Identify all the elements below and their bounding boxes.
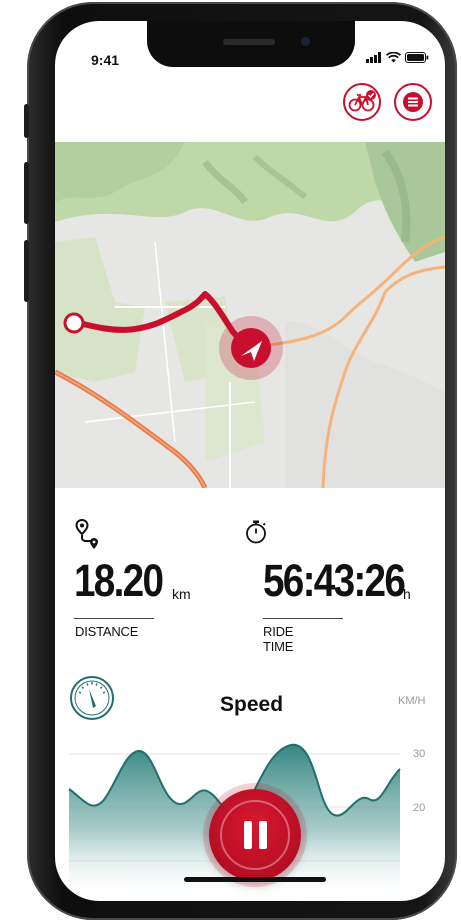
signal-icon bbox=[366, 52, 381, 63]
stopwatch-icon bbox=[246, 520, 266, 544]
hamburger-menu-icon bbox=[403, 92, 423, 112]
app-screen: 9:41 18.20 km DISTANCE 56:43:26 h RIDE T… bbox=[55, 21, 445, 901]
current-location-marker bbox=[231, 328, 271, 368]
ride-time-value: 56:43:26 bbox=[263, 555, 406, 606]
pause-bar-right bbox=[258, 821, 267, 849]
front-camera bbox=[301, 37, 310, 46]
wifi-icon bbox=[386, 52, 401, 63]
mute-switch bbox=[24, 104, 29, 138]
ride-time-divider bbox=[263, 618, 343, 619]
bike-status-button[interactable] bbox=[343, 83, 381, 121]
status-icons bbox=[366, 52, 429, 63]
battery-icon bbox=[405, 52, 429, 63]
speed-unit: KM/H bbox=[398, 695, 426, 707]
volume-up-button bbox=[24, 162, 29, 224]
distance-value: 18.20 bbox=[74, 555, 164, 606]
speedometer-icon bbox=[70, 676, 114, 720]
earpiece bbox=[223, 39, 275, 45]
distance-unit: km bbox=[172, 586, 191, 602]
bike-check-icon bbox=[348, 90, 376, 112]
distance-divider bbox=[74, 618, 154, 619]
notch bbox=[147, 21, 355, 67]
route-pin-icon bbox=[75, 518, 98, 549]
distance-label: DISTANCE bbox=[75, 624, 139, 639]
volume-down-button bbox=[24, 240, 29, 302]
home-indicator[interactable] bbox=[184, 877, 326, 882]
route-map[interactable] bbox=[55, 142, 445, 488]
speed-title: Speed bbox=[220, 693, 284, 716]
status-time: 9:41 bbox=[91, 52, 120, 68]
route-start-marker bbox=[63, 312, 85, 334]
ride-time-unit: h bbox=[403, 586, 411, 602]
pause-bar-left bbox=[243, 821, 252, 849]
pause-icon bbox=[220, 800, 290, 870]
menu-button[interactable] bbox=[394, 83, 432, 121]
pause-button[interactable] bbox=[209, 789, 301, 881]
ride-time-label: RIDE TIME bbox=[263, 624, 294, 654]
